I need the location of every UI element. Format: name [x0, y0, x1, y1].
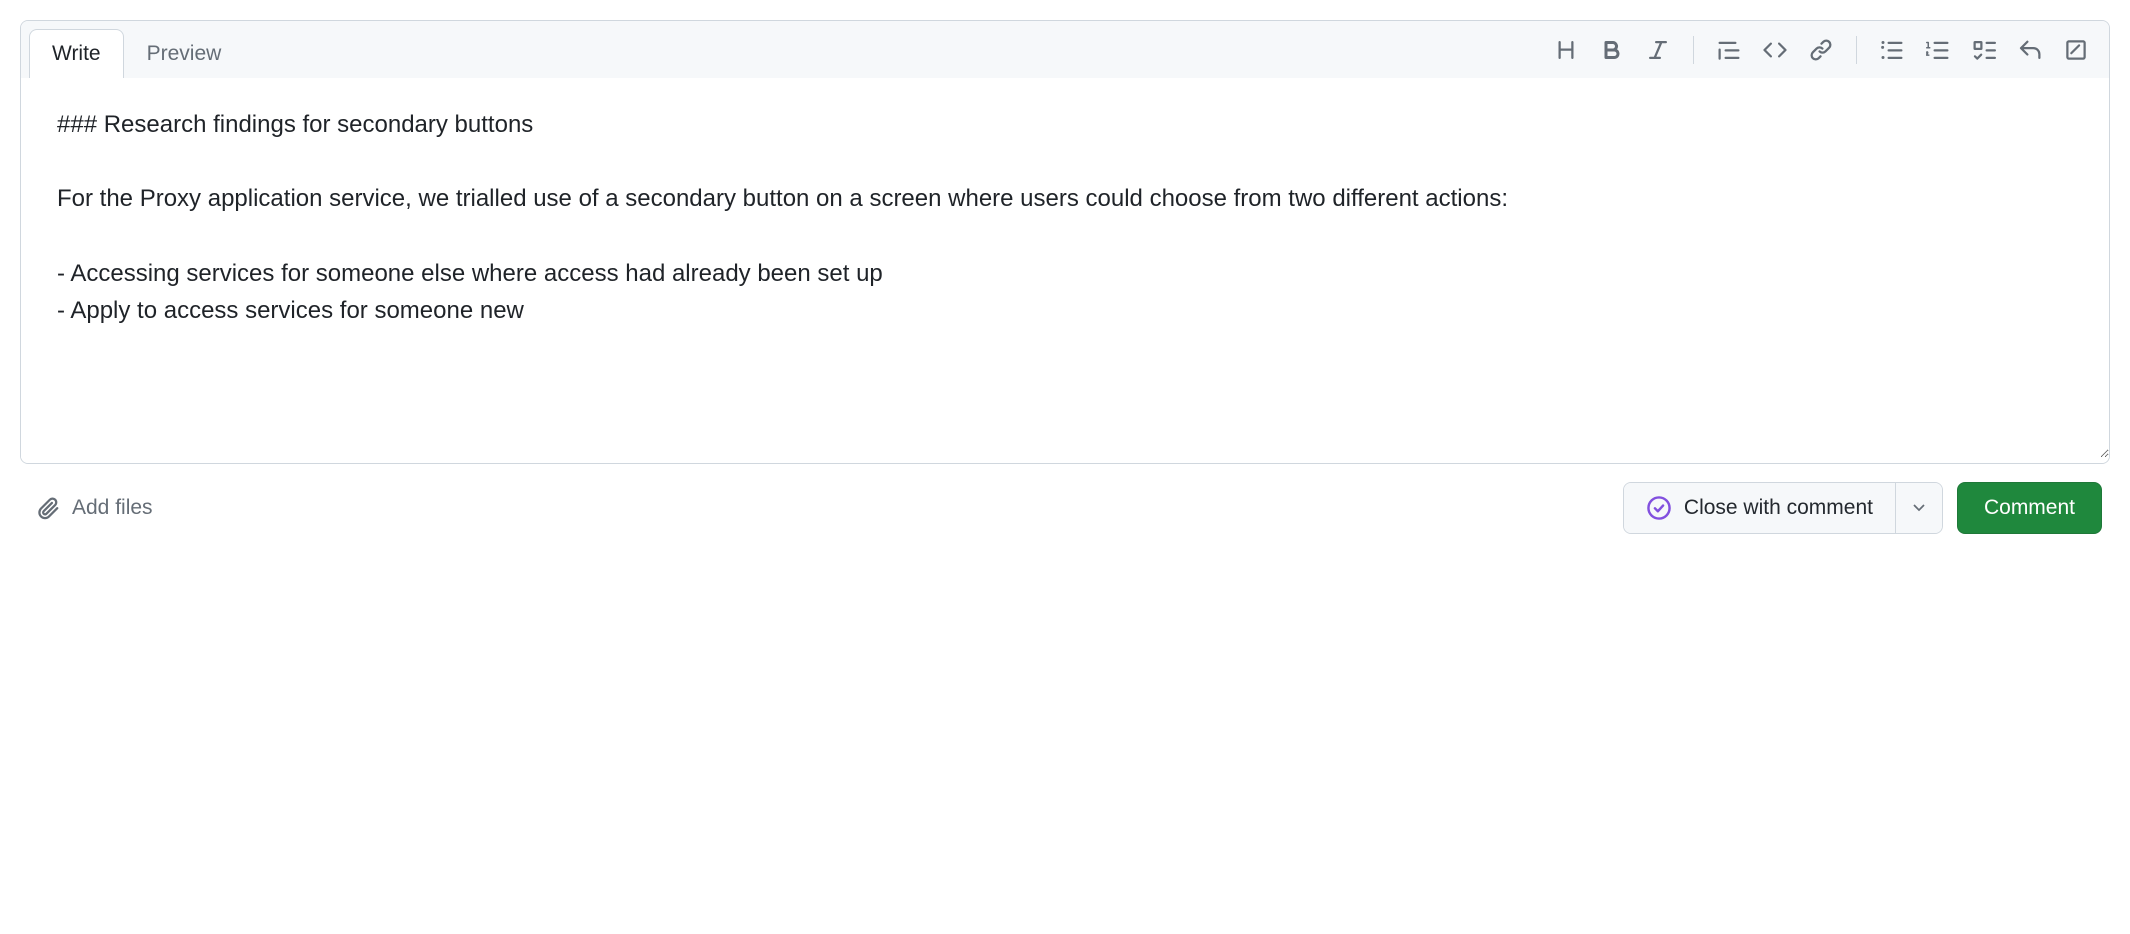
comment-box: Write Preview [20, 20, 2110, 464]
add-files-label: Add files [72, 496, 153, 520]
quote-button[interactable] [1708, 29, 1750, 71]
add-files-button[interactable]: Add files [28, 490, 161, 526]
code-icon [1763, 38, 1787, 62]
bold-icon [1600, 38, 1624, 62]
link-icon [1809, 38, 1833, 62]
code-button[interactable] [1754, 29, 1796, 71]
italic-button[interactable] [1637, 29, 1679, 71]
reply-button[interactable] [2009, 29, 2051, 71]
chevron-down-icon [1912, 501, 1926, 515]
formatting-toolbar [1533, 21, 2109, 78]
comment-textarea[interactable] [21, 78, 2109, 458]
close-button-group: Close with comment [1623, 482, 1943, 534]
comment-button[interactable]: Comment [1957, 482, 2102, 534]
slash-commands-button[interactable] [2055, 29, 2097, 71]
close-dropdown-button[interactable] [1895, 483, 1942, 533]
tab-write[interactable]: Write [29, 29, 124, 78]
heading-icon [1554, 38, 1578, 62]
task-list-icon [1972, 38, 1996, 62]
toolbar-separator [1856, 36, 1857, 64]
heading-button[interactable] [1545, 29, 1587, 71]
editor-area [21, 78, 2109, 463]
tab-preview[interactable]: Preview [124, 29, 245, 78]
unordered-list-icon [1880, 38, 1904, 62]
ordered-list-icon [1926, 38, 1950, 62]
close-with-comment-label: Close with comment [1684, 496, 1873, 520]
close-with-comment-button[interactable]: Close with comment [1624, 483, 1895, 533]
paperclip-icon [36, 496, 60, 520]
footer-actions: Close with comment Comment [1623, 482, 2102, 534]
task-list-button[interactable] [1963, 29, 2005, 71]
tabs-toolbar: Write Preview [21, 21, 2109, 79]
slash-icon [2064, 38, 2088, 62]
issue-closed-icon [1646, 495, 1672, 521]
quote-icon [1717, 38, 1741, 62]
unordered-list-button[interactable] [1871, 29, 1913, 71]
tabs: Write Preview [21, 21, 244, 78]
toolbar-separator [1693, 36, 1694, 64]
ordered-list-button[interactable] [1917, 29, 1959, 71]
link-button[interactable] [1800, 29, 1842, 71]
reply-icon [2018, 38, 2042, 62]
bold-button[interactable] [1591, 29, 1633, 71]
italic-icon [1646, 38, 1670, 62]
comment-footer: Add files Close with comment Comment [20, 464, 2110, 534]
